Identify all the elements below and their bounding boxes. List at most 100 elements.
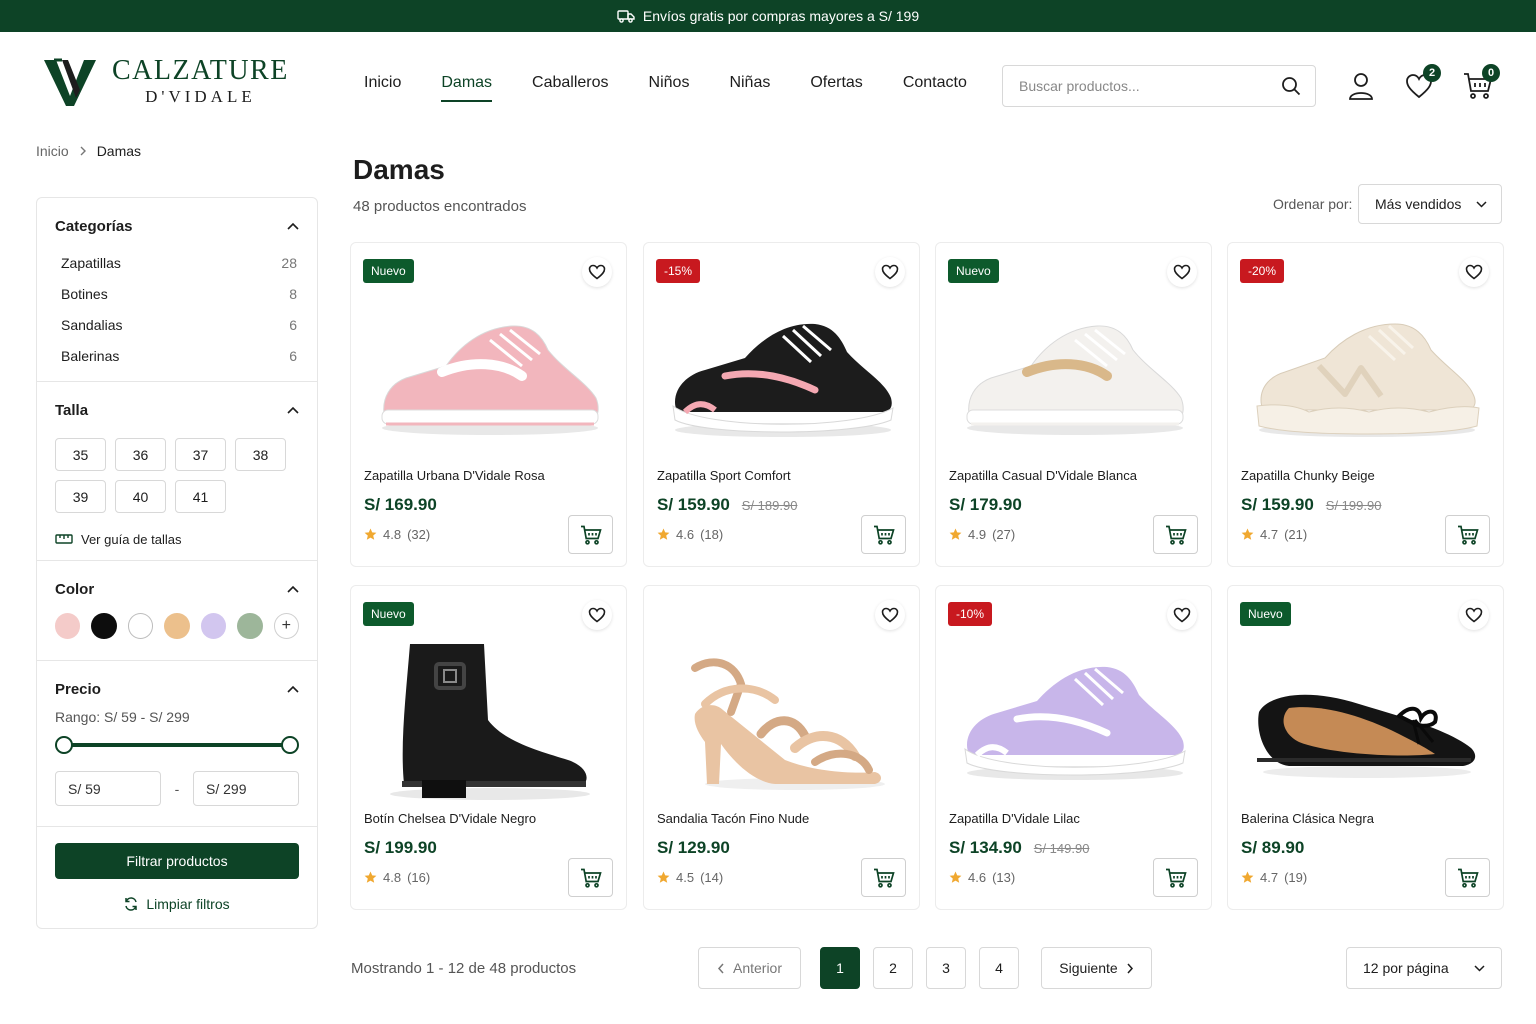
product-card[interactable]: Nuevo Zapatilla Urbana D'Vidale Rosa S/ 1…: [350, 242, 627, 567]
color-swatch[interactable]: [91, 613, 117, 639]
size-option[interactable]: 39: [55, 480, 106, 513]
categories-header[interactable]: Categorías: [55, 198, 299, 254]
nav-item-0[interactable]: Inicio: [364, 74, 401, 100]
add-to-wishlist-button[interactable]: [582, 600, 612, 630]
nav-item-6[interactable]: Contacto: [903, 74, 967, 100]
brand-logo[interactable]: CALZATURE D'VIDALE: [42, 56, 289, 108]
product-name[interactable]: Zapatilla D'Vidale Lilac: [949, 811, 1080, 826]
size-option[interactable]: 41: [175, 480, 226, 513]
add-to-cart-button[interactable]: [861, 858, 906, 897]
size-option[interactable]: 36: [115, 438, 166, 471]
page-button-3[interactable]: 3: [926, 947, 966, 989]
add-to-cart-button[interactable]: [1445, 858, 1490, 897]
product-image[interactable]: [952, 634, 1197, 804]
product-card[interactable]: Sandalia Tacón Fino Nude S/ 129.90 4.5 (14): [643, 585, 920, 910]
size-header[interactable]: Talla: [55, 382, 299, 438]
add-to-wishlist-button[interactable]: [1167, 257, 1197, 287]
add-to-cart-button[interactable]: [568, 858, 613, 897]
per-page-select[interactable]: 12 por página: [1346, 947, 1502, 989]
add-to-cart-button[interactable]: [1153, 858, 1198, 897]
product-card[interactable]: -20% Zapatilla Chunky Beige S/ 159.90 S/ 1…: [1227, 242, 1504, 567]
color-header[interactable]: Color: [55, 561, 299, 617]
product-image[interactable]: [1244, 291, 1489, 461]
add-to-cart-button[interactable]: [568, 515, 613, 554]
account-button[interactable]: [1345, 70, 1377, 102]
category-label: Botines: [61, 285, 108, 302]
product-image[interactable]: [952, 291, 1197, 461]
more-colors-button[interactable]: +: [273, 613, 300, 639]
product-card[interactable]: Nuevo Balerina Clásica Negra S/ 89.90 4.7 (…: [1227, 585, 1504, 910]
add-to-wishlist-button[interactable]: [1459, 257, 1489, 287]
product-price: S/ 199.90: [364, 838, 437, 858]
next-page-button[interactable]: Siguiente: [1041, 947, 1152, 989]
add-to-wishlist-button[interactable]: [875, 600, 905, 630]
size-option[interactable]: 38: [235, 438, 286, 471]
search-icon[interactable]: [1281, 76, 1301, 96]
breadcrumb-home[interactable]: Inicio: [36, 143, 69, 159]
category-label: Balerinas: [61, 347, 120, 364]
prev-page-button[interactable]: Anterior: [698, 947, 801, 989]
product-name[interactable]: Sandalia Tacón Fino Nude: [657, 811, 809, 826]
add-to-wishlist-button[interactable]: [582, 257, 612, 287]
product-card[interactable]: -10% Zapatilla D'Vidale Lilac S/ 134.90 S/…: [935, 585, 1212, 910]
product-card[interactable]: Nuevo Zapatilla Casual D'Vidale Blanca S/…: [935, 242, 1212, 567]
product-image[interactable]: [1244, 634, 1489, 804]
add-to-wishlist-button[interactable]: [1459, 600, 1489, 630]
category-item[interactable]: Botines 8: [55, 278, 299, 309]
add-to-wishlist-button[interactable]: [1167, 600, 1197, 630]
size-guide-link[interactable]: Ver guía de tallas: [55, 529, 299, 549]
sort-select[interactable]: Más vendidos: [1358, 184, 1502, 224]
product-price: S/ 159.90 S/ 189.90: [657, 495, 797, 515]
price-min-input[interactable]: S/ 59: [55, 771, 161, 806]
nav-item-5[interactable]: Ofertas: [810, 74, 862, 100]
product-image[interactable]: [660, 291, 905, 461]
price-slider-max-handle[interactable]: [281, 736, 299, 754]
nav-item-4[interactable]: Niñas: [729, 74, 770, 100]
add-to-cart-button[interactable]: [1153, 515, 1198, 554]
cart-icon: [580, 525, 602, 545]
product-name[interactable]: Zapatilla Chunky Beige: [1241, 468, 1375, 483]
clear-filters-button[interactable]: Limpiar filtros: [55, 892, 299, 916]
color-swatch[interactable]: [127, 613, 154, 639]
product-name[interactable]: Zapatilla Casual D'Vidale Blanca: [949, 468, 1137, 483]
category-item[interactable]: Sandalias 6: [55, 309, 299, 340]
product-name[interactable]: Zapatilla Sport Comfort: [657, 468, 791, 483]
page-button-2[interactable]: 2: [873, 947, 913, 989]
color-swatch[interactable]: [200, 613, 227, 639]
page-button-4[interactable]: 4: [979, 947, 1019, 989]
product-card[interactable]: -15% Zapatilla Sport Comfort S/ 159.90 S/ …: [643, 242, 920, 567]
size-option[interactable]: 40: [115, 480, 166, 513]
cart-button[interactable]: 0: [1462, 64, 1500, 102]
size-option[interactable]: 37: [175, 438, 226, 471]
price-slider-track: [63, 743, 291, 747]
add-to-wishlist-button[interactable]: [875, 257, 905, 287]
heart-icon: [881, 607, 899, 623]
product-name[interactable]: Balerina Clásica Negra: [1241, 811, 1374, 826]
price-slider[interactable]: [55, 735, 299, 755]
add-to-cart-button[interactable]: [1445, 515, 1490, 554]
category-item[interactable]: Balerinas 6: [55, 340, 299, 371]
product-image[interactable]: [367, 634, 612, 804]
price-max-input[interactable]: S/ 299: [193, 771, 299, 806]
price-slider-min-handle[interactable]: [55, 736, 73, 754]
nav-item-3[interactable]: Niños: [649, 74, 690, 100]
nav-item-1[interactable]: Damas: [441, 74, 492, 102]
color-swatch[interactable]: [164, 613, 190, 639]
search-input[interactable]: [1019, 78, 1281, 94]
product-image[interactable]: [367, 291, 612, 461]
wishlist-button[interactable]: 2: [1403, 64, 1441, 102]
size-option[interactable]: 35: [55, 438, 106, 471]
add-to-cart-button[interactable]: [861, 515, 906, 554]
color-swatch[interactable]: [237, 613, 263, 639]
product-card[interactable]: Nuevo Botín Chelsea D'Vidale Negro S/ 199…: [350, 585, 627, 910]
category-count: 6: [289, 347, 297, 364]
apply-filters-button[interactable]: Filtrar productos: [55, 843, 299, 879]
current-price: S/ 134.90: [949, 838, 1022, 857]
page-button-1[interactable]: 1: [820, 947, 860, 989]
product-name[interactable]: Zapatilla Urbana D'Vidale Rosa: [364, 468, 545, 483]
category-item[interactable]: Zapatillas 28: [55, 247, 299, 278]
nav-item-2[interactable]: Caballeros: [532, 74, 608, 100]
product-image[interactable]: [660, 634, 905, 804]
color-swatch[interactable]: [55, 613, 81, 639]
product-name[interactable]: Botín Chelsea D'Vidale Negro: [364, 811, 536, 826]
